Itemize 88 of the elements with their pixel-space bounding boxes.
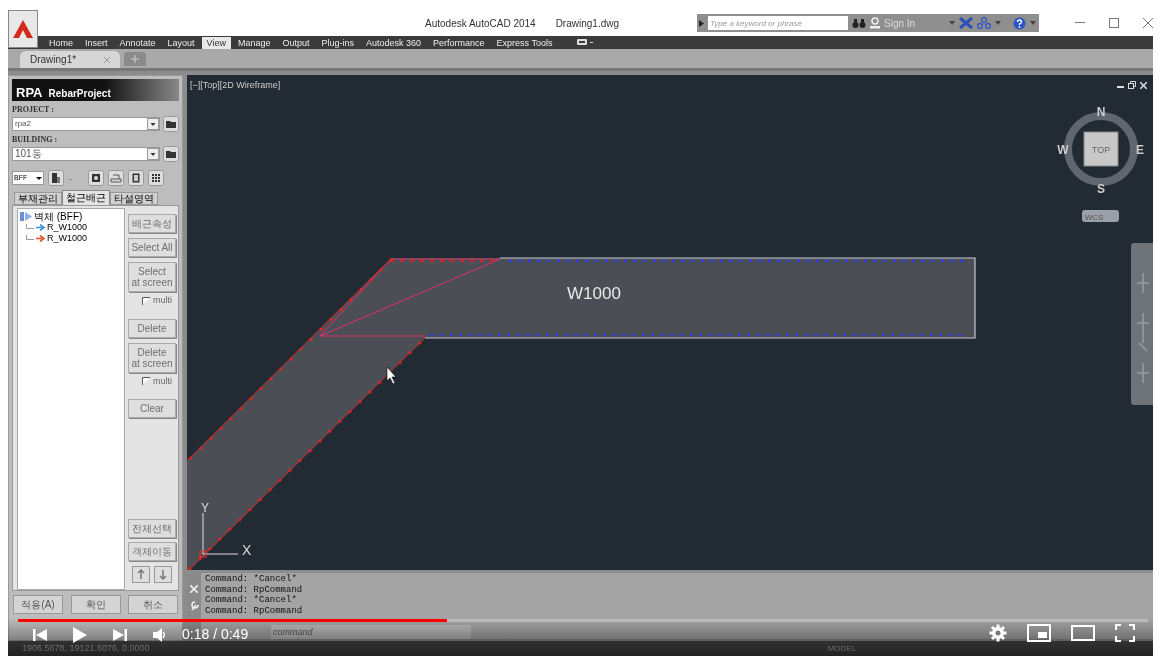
play-triangle-icon[interactable] <box>699 19 704 27</box>
building-label: BUILDING : <box>12 134 59 146</box>
ribbon-tab[interactable]: View <box>201 36 231 49</box>
building-icon[interactable] <box>48 170 64 186</box>
ribbon-tab[interactable]: Performance <box>428 36 490 49</box>
ribbon-tab[interactable]: Output <box>277 36 315 49</box>
file-name: Drawing1.dwg <box>555 16 619 31</box>
maximize-icon[interactable] <box>1109 18 1119 28</box>
drawing-viewport[interactable]: W1000 Y X N W TOP S E WCS [−][Top][2D Wireframe] <box>187 75 1153 570</box>
ribbon-tab[interactable]: Autodesk 360 <box>361 36 427 49</box>
panel-tab[interactable]: 부재관리 <box>14 192 62 205</box>
viewport-controls-label[interactable]: [−][Top][2D Wireframe] <box>190 79 281 93</box>
triangle-logo-icon <box>12 19 34 39</box>
multi-checkbox[interactable]: multi <box>142 294 172 308</box>
panel-title: RebarProject <box>48 89 111 99</box>
tree-node[interactable]: R_W1000 <box>47 222 88 233</box>
multi-checkbox[interactable]: multi <box>142 374 172 388</box>
project-dropdown[interactable]: rpa2 <box>12 117 160 131</box>
clipboard-icon[interactable] <box>128 170 145 186</box>
command-history-line: Command: RpCommand <box>205 605 304 616</box>
document-tab[interactable]: Drawing1* <box>20 51 120 68</box>
viewcube-face[interactable] <box>1083 131 1119 167</box>
dialog-button[interactable]: 취소 <box>128 595 178 614</box>
window-title: Autodesk AutoCAD 2014 <box>425 16 536 31</box>
ribbon-tab[interactable]: Annotate <box>114 36 161 49</box>
expanded-node-icon[interactable] <box>20 212 32 221</box>
ucs-axes-drawing <box>199 512 239 558</box>
ribbon-tab[interactable]: Insert <box>80 36 113 49</box>
restore-icon[interactable] <box>1128 81 1136 89</box>
ribbon-tab[interactable]: Plug-ins <box>316 36 360 49</box>
ribbon-tab[interactable]: Manage <box>232 36 276 49</box>
progress-track[interactable] <box>18 619 1148 622</box>
play-icon[interactable] <box>72 625 88 644</box>
building-dropdown[interactable]: 101동 <box>12 147 160 161</box>
user-icon[interactable] <box>870 17 880 29</box>
compass-north-label: N <box>1096 105 1106 119</box>
dialog-button[interactable]: 적용(A) <box>13 595 63 614</box>
miniplayer-icon[interactable] <box>1027 624 1051 642</box>
command-history-line: Command: *Cancel* <box>205 574 298 585</box>
project-label: PROJECT : <box>12 104 55 116</box>
ribbon-tab[interactable]: Layout <box>162 36 200 49</box>
folder-icon[interactable] <box>163 146 179 162</box>
panel-tab[interactable]: 철근배근 <box>62 190 110 205</box>
video-time: 0:18 / 0:49 <box>182 625 249 644</box>
tree-connector-line <box>26 234 34 243</box>
dropdown-caret-icon <box>147 148 159 160</box>
settings-icon[interactable] <box>989 624 1007 642</box>
x-axis-label: X <box>242 542 252 558</box>
tree-node[interactable]: R_W1000 <box>47 233 88 244</box>
dropdown-caret-icon[interactable] <box>949 21 956 25</box>
viewcube-face-label: TOP <box>1091 145 1111 155</box>
y-axis-label: Y <box>201 501 209 515</box>
ellipsis-label: .. <box>68 172 73 184</box>
command-input-field[interactable]: command <box>271 625 471 639</box>
panel-toggle-icon[interactable] <box>577 39 594 46</box>
tree-node[interactable]: 벽체 (BFF) <box>34 211 83 222</box>
ribbon-tab[interactable]: Express Tools <box>491 36 558 49</box>
dropdown-caret-icon[interactable] <box>1030 21 1037 25</box>
compass-east-label: E <box>1136 143 1144 157</box>
compass-south-label: S <box>1097 182 1105 196</box>
ucs-label: WCS <box>1084 212 1104 222</box>
previous-icon[interactable] <box>32 626 48 643</box>
fullscreen-icon[interactable] <box>1115 624 1135 642</box>
help-icon[interactable] <box>1013 16 1027 30</box>
command-history-line: Command: *Cancel* <box>205 595 298 606</box>
dropdown-caret-icon <box>35 174 43 182</box>
next-icon[interactable] <box>112 626 128 643</box>
theater-mode-icon[interactable] <box>1071 625 1095 641</box>
compass-west-label: W <box>1057 143 1069 157</box>
panel-tab[interactable]: 타설영역 <box>110 192 158 205</box>
tree-connector-line <box>26 223 34 232</box>
command-history-line: Command: RpCommand <box>205 584 304 595</box>
binoculars-icon[interactable] <box>852 17 866 29</box>
dropdown-caret-icon <box>147 118 159 130</box>
cursor-icon <box>386 366 397 385</box>
search-field[interactable]: Type a keyword or phrase <box>708 16 848 30</box>
folder-icon[interactable] <box>163 116 179 132</box>
volume-icon[interactable] <box>152 626 166 643</box>
app-logo-button[interactable] <box>8 10 38 48</box>
dialog-button[interactable]: 확인 <box>70 595 121 614</box>
checkbox-icon[interactable] <box>142 296 150 305</box>
grid-icon[interactable] <box>148 170 165 186</box>
dropdown-caret-icon[interactable] <box>995 21 1002 25</box>
brand-label: RPA <box>16 86 43 99</box>
checkbox-icon[interactable] <box>142 377 150 386</box>
plus-icon <box>131 55 139 63</box>
wall-label: W1000 <box>567 284 621 303</box>
ribbon-tab[interactable]: Home <box>44 36 78 49</box>
